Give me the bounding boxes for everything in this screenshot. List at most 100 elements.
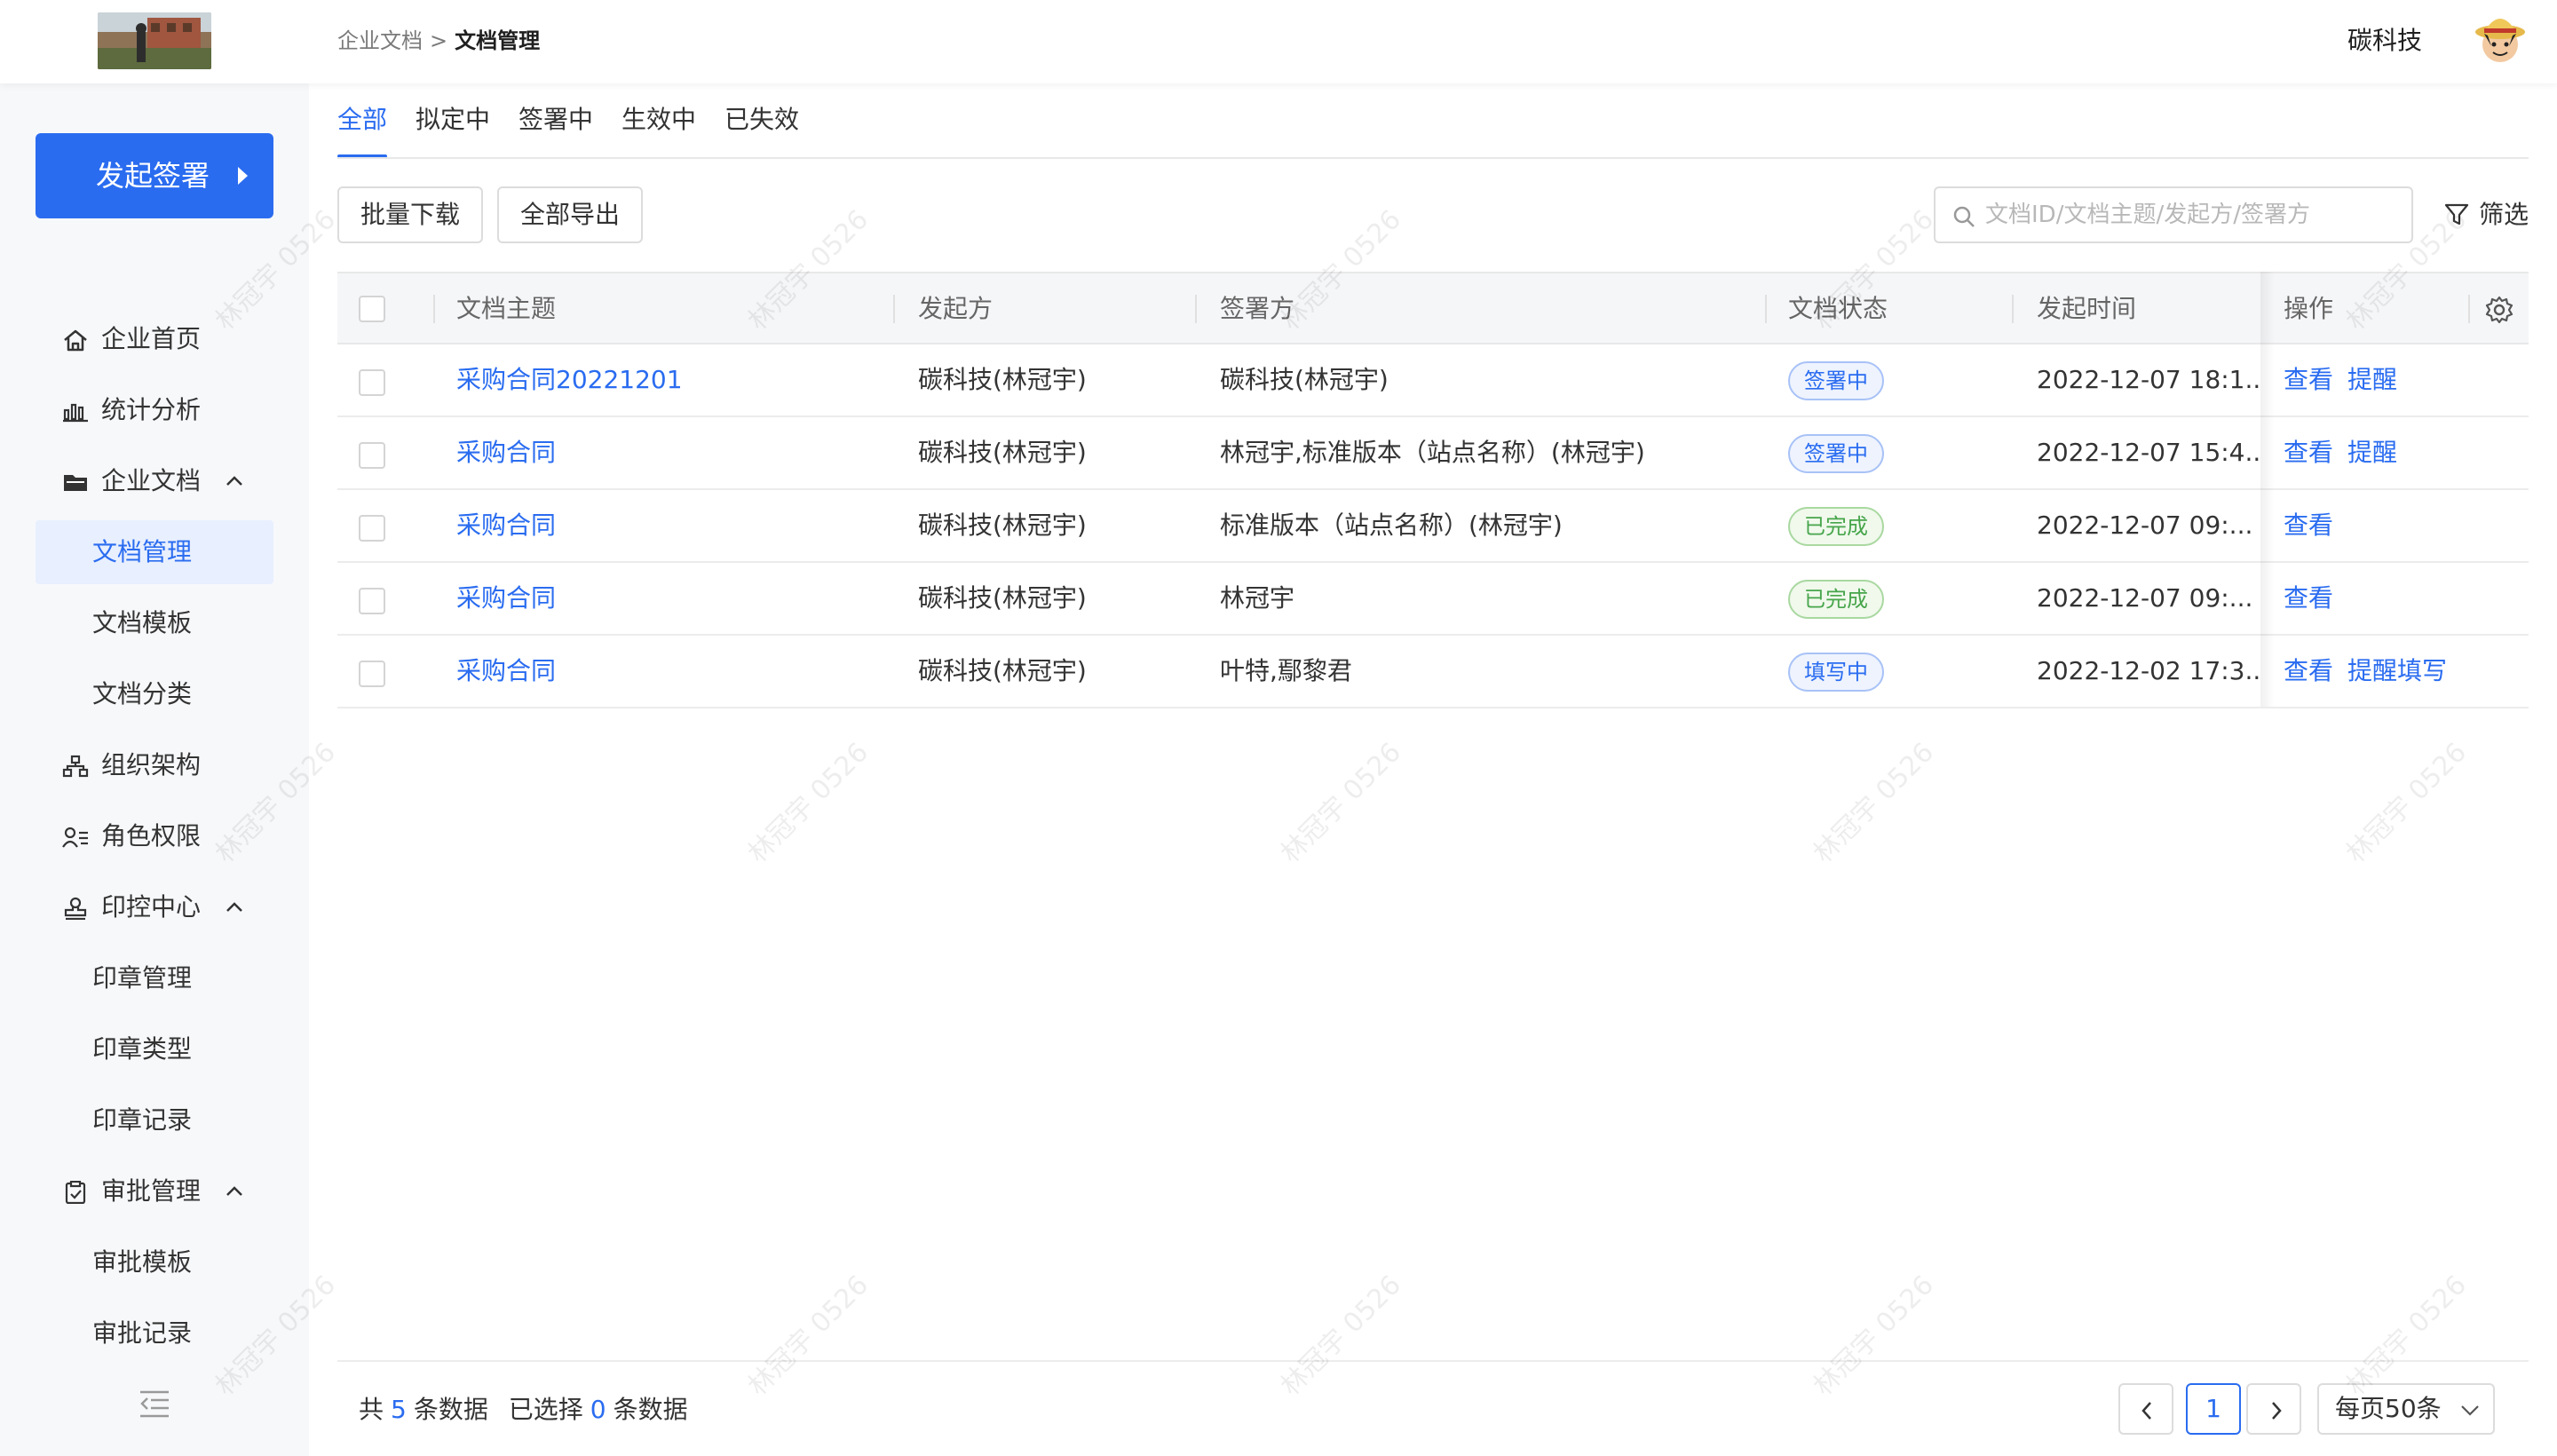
gear-icon[interactable]	[2484, 295, 2514, 325]
row-checkbox[interactable]	[359, 369, 385, 396]
sidebar-item-label: 印控中心	[101, 892, 202, 922]
company-logo[interactable]	[98, 12, 211, 69]
sidebar-item-approval-records[interactable]: 审批记录	[36, 1302, 273, 1365]
table-header: 文档主题 发起方 签署方 文档状态 发起时间 操作	[337, 272, 2529, 344]
sidebar-item-label: 审批管理	[101, 1176, 202, 1206]
time-cell: 2022-12-07 15:4...	[2037, 438, 2259, 467]
view-action[interactable]: 查看	[2284, 636, 2333, 707]
tab-all[interactable]: 全部	[337, 99, 388, 158]
watermark-text: 林冠宇 0526	[1274, 1269, 1407, 1403]
watermark-text: 林冠宇 0526	[1274, 736, 1407, 870]
column-divider	[893, 295, 895, 323]
collapse-menu-icon[interactable]	[139, 1389, 170, 1419]
stamp-icon	[64, 897, 87, 920]
tab-signing[interactable]: 签署中	[519, 99, 593, 158]
sidebar-item-enterprise-docs[interactable]: 企业文档	[36, 449, 273, 513]
search-input[interactable]	[1985, 195, 2394, 234]
start-signing-button[interactable]: 发起签署	[36, 133, 273, 218]
chart-icon	[63, 403, 88, 423]
sidebar-item-doc-management[interactable]: 文档管理	[36, 520, 273, 584]
sidebar: 发起签署 企业首页 统计分析 企业文档 文档管理 文档模板 文档分类 组织架构 …	[0, 83, 309, 1456]
watermark-text: 林冠宇 0526	[2339, 736, 2473, 870]
watermark-text: 林冠宇 0526	[1807, 736, 1940, 870]
user-role-icon	[62, 827, 88, 848]
batch-download-button[interactable]: 批量下载	[337, 186, 483, 243]
chevron-up-icon	[226, 902, 242, 912]
remind-action[interactable]: 提醒	[2347, 417, 2397, 488]
row-checkbox[interactable]	[359, 442, 385, 469]
tab-drafting[interactable]: 拟定中	[416, 99, 490, 158]
sidebar-item-seal-center[interactable]: 印控中心	[36, 875, 273, 939]
doc-subject-link[interactable]: 采购合同	[456, 490, 883, 561]
column-header-status: 文档状态	[1788, 294, 1888, 323]
view-action[interactable]: 查看	[2284, 490, 2333, 561]
start-signing-label: 发起签署	[96, 159, 210, 193]
sidebar-item-label: 企业文档	[101, 466, 202, 495]
remind-fill-action[interactable]: 提醒填写	[2347, 636, 2447, 707]
sidebar-item-approval-templates[interactable]: 审批模板	[36, 1230, 273, 1294]
column-divider	[2012, 295, 2014, 323]
table-row: 采购合同 碳科技(林冠宇) 叶特,鄢黎君 填写中 2022-12-02 17:3…	[337, 636, 2529, 708]
breadcrumb-item-enterprise-docs[interactable]: 企业文档	[337, 28, 423, 53]
fixed-column-shadow	[2260, 272, 2275, 707]
sidebar-item-home[interactable]: 企业首页	[36, 307, 273, 371]
doc-subject-link[interactable]: 采购合同	[456, 417, 883, 488]
row-checkbox[interactable]	[359, 661, 385, 687]
table-row: 采购合同 碳科技(林冠宇) 标准版本（站点名称）(林冠宇) 已完成 2022-1…	[337, 490, 2529, 563]
sidebar-item-organization[interactable]: 组织架构	[36, 733, 273, 797]
sidebar-item-doc-categories[interactable]: 文档分类	[36, 662, 273, 726]
doc-subject-link[interactable]: 采购合同20221201	[456, 344, 883, 415]
filter-label: 筛选	[2479, 200, 2529, 229]
sidebar-item-approval[interactable]: 审批管理	[36, 1159, 273, 1223]
view-action[interactable]: 查看	[2284, 563, 2333, 634]
export-all-button[interactable]: 全部导出	[497, 186, 643, 243]
footer-divider	[337, 1360, 2529, 1362]
filter-icon	[2444, 203, 2469, 226]
tab-expired[interactable]: 已失效	[724, 99, 799, 158]
folder-icon	[64, 475, 87, 491]
breadcrumb-item-current: 文档管理	[455, 28, 541, 53]
page-size-select[interactable]: 每页50条	[2317, 1383, 2495, 1435]
signers-cell: 标准版本（站点名称）(林冠宇)	[1220, 510, 1563, 540]
row-checkbox[interactable]	[359, 515, 385, 542]
view-action[interactable]: 查看	[2284, 417, 2333, 488]
sidebar-item-label: 统计分析	[101, 395, 202, 424]
user-name[interactable]: 碳科技	[2347, 21, 2422, 60]
status-badge: 填写中	[1788, 653, 1884, 692]
home-icon	[64, 329, 87, 352]
select-all-checkbox[interactable]	[359, 296, 385, 322]
sidebar-item-label: 企业首页	[101, 324, 202, 353]
selected-prefix: 已选择	[508, 1395, 583, 1424]
search-icon	[1953, 206, 1975, 227]
doc-subject-link[interactable]: 采购合同	[456, 636, 883, 707]
prev-page-button[interactable]	[2118, 1383, 2173, 1435]
watermark-text: 林冠宇 0526	[1807, 1269, 1940, 1403]
tabs-divider	[337, 157, 2529, 159]
sidebar-item-doc-templates[interactable]: 文档模板	[36, 591, 273, 655]
remind-action[interactable]: 提醒	[2347, 344, 2397, 415]
chevron-down-icon	[2461, 1405, 2479, 1416]
signers-cell: 碳科技(林冠宇)	[1220, 365, 1389, 394]
signers-cell: 林冠宇,标准版本（站点名称）(林冠宇)	[1220, 438, 1645, 467]
caret-right-icon	[238, 167, 248, 185]
doc-subject-link[interactable]: 采购合同	[456, 563, 883, 634]
column-header-subject: 文档主题	[456, 294, 557, 323]
next-page-button[interactable]	[2246, 1383, 2301, 1435]
sidebar-item-seal-types[interactable]: 印章类型	[36, 1017, 273, 1081]
row-checkbox[interactable]	[359, 588, 385, 614]
page-number-button[interactable]: 1	[2186, 1383, 2241, 1435]
chevron-left-icon	[2141, 1402, 2151, 1420]
total-suffix: 条数据	[413, 1395, 488, 1424]
tab-effective[interactable]: 生效中	[621, 99, 696, 158]
avatar[interactable]	[2472, 11, 2529, 67]
watermark-text: 林冠宇 0526	[741, 736, 875, 870]
sidebar-item-seal-records[interactable]: 印章记录	[36, 1088, 273, 1152]
column-header-signers: 签署方	[1220, 294, 1295, 323]
time-cell: 2022-12-07 09:...	[2037, 510, 2253, 540]
sidebar-item-roles[interactable]: 角色权限	[36, 804, 273, 868]
column-divider	[1765, 295, 1767, 323]
sidebar-item-statistics[interactable]: 统计分析	[36, 378, 273, 442]
org-chart-icon	[62, 755, 89, 778]
sidebar-item-seal-management[interactable]: 印章管理	[36, 946, 273, 1010]
view-action[interactable]: 查看	[2284, 344, 2333, 415]
